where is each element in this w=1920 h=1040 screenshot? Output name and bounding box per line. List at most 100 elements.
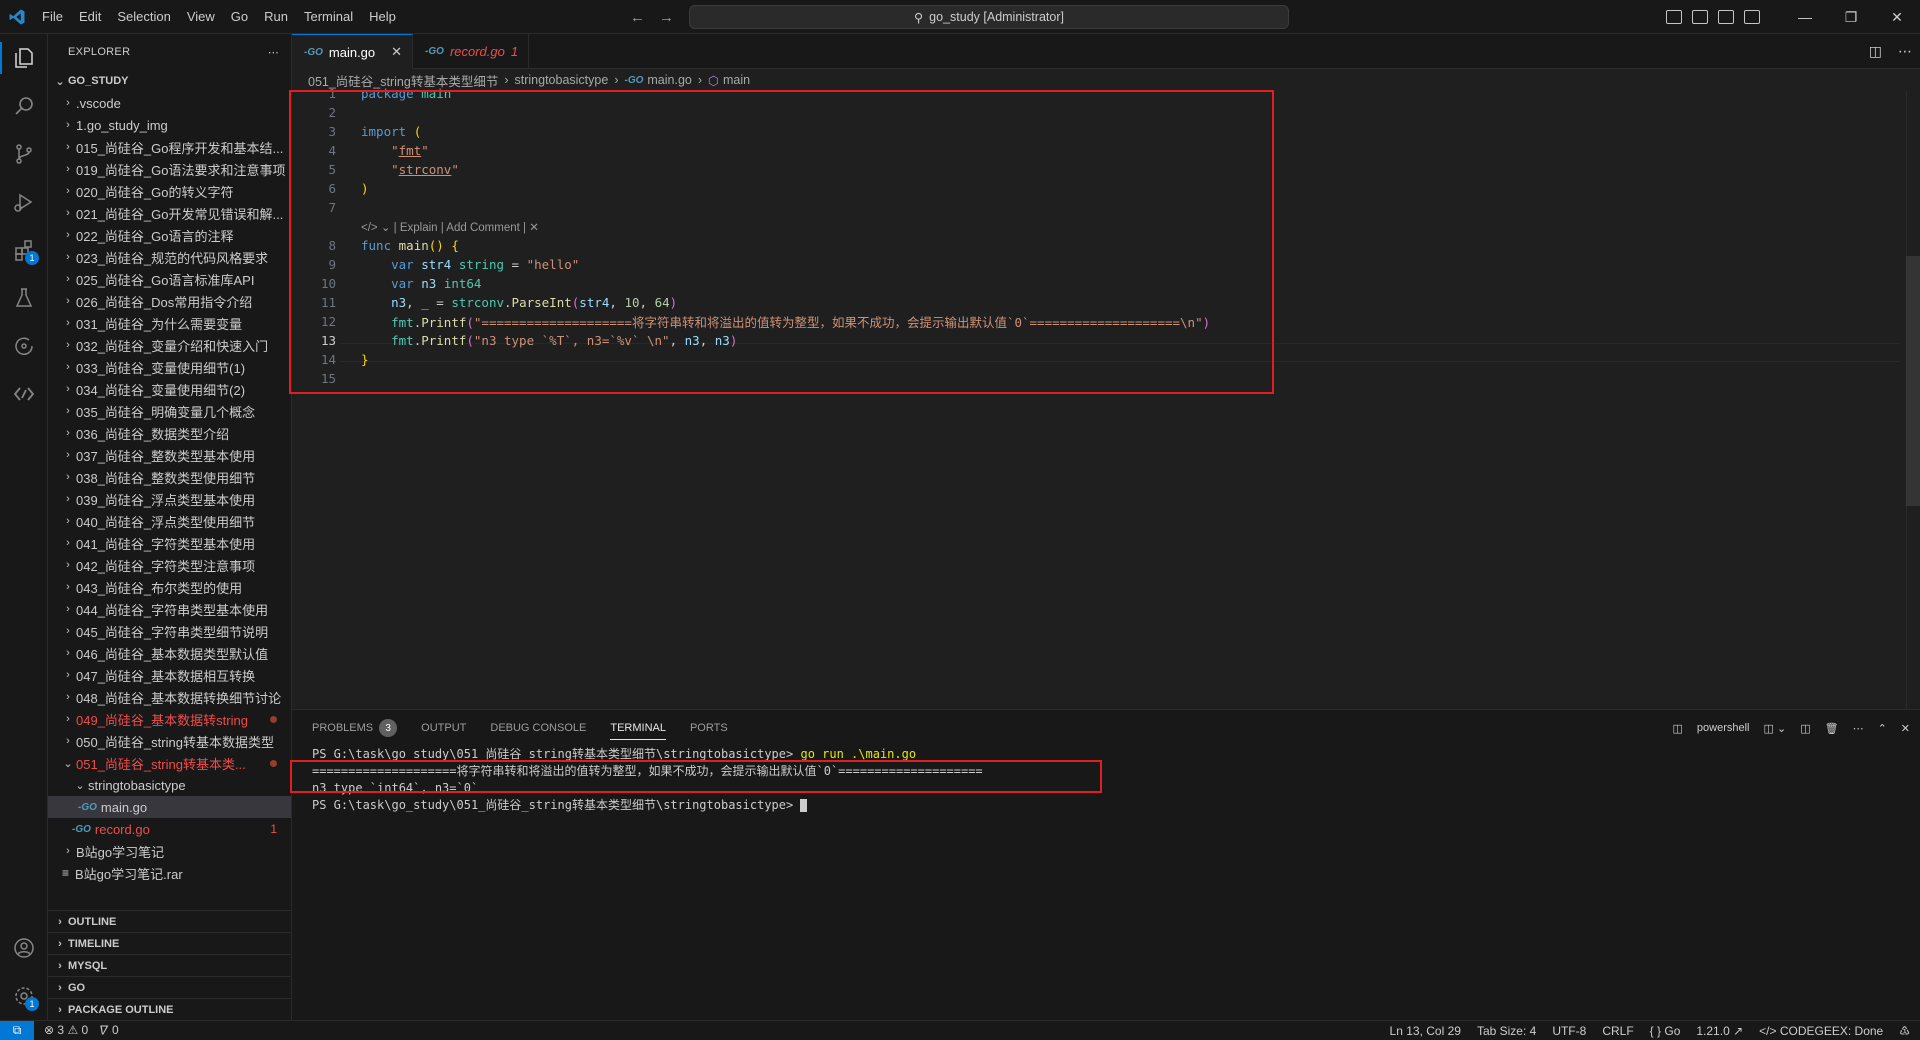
code-editor[interactable]: 1 package main 2 3 import ( 4 "fmt" 5 "s… [289, 86, 1920, 709]
tree-item[interactable]: ⌄ 051_尚硅谷_string转基本类... [48, 752, 291, 774]
language-mode[interactable]: { } Go [1650, 1024, 1681, 1038]
back-arrow-icon[interactable]: ← [630, 9, 645, 26]
editor-scrollbar[interactable] [1906, 91, 1920, 709]
menu-terminal[interactable]: Terminal [296, 0, 361, 34]
split-editor-icon[interactable]: ◫ [1869, 43, 1882, 60]
settings-gear-icon[interactable]: 1 [0, 972, 48, 1020]
menu-view[interactable]: View [179, 0, 223, 34]
codegeex-status[interactable]: </> CODEGEEX: Done [1759, 1024, 1883, 1038]
close-icon[interactable]: ✕ [391, 44, 402, 60]
section-go[interactable]: › GO [48, 976, 292, 998]
minimize-button[interactable]: — [1782, 0, 1828, 34]
tree-item[interactable]: › 033_尚硅谷_变量使用细节(1) [48, 356, 291, 378]
tree-item[interactable]: › 037_尚硅谷_整数类型基本使用 [48, 444, 291, 466]
section-outline[interactable]: › OUTLINE [48, 910, 292, 932]
more-actions-icon[interactable]: ⋯ [268, 46, 279, 59]
search-icon[interactable] [0, 82, 48, 130]
section-timeline[interactable]: › TIMELINE [48, 932, 292, 954]
tree-item[interactable]: › 043_尚硅谷_布尔类型的使用 [48, 576, 291, 598]
tree-item[interactable]: › 020_尚硅谷_Go的转义字符 [48, 180, 291, 202]
tree-item[interactable]: › 026_尚硅谷_Dos常用指令介绍 [48, 290, 291, 312]
close-window-button[interactable]: ✕ [1874, 0, 1920, 34]
menu-go[interactable]: Go [223, 0, 256, 34]
workspace-root[interactable]: ⌄ GO_STUDY [48, 70, 291, 92]
forward-arrow-icon[interactable]: → [659, 9, 674, 26]
panel-tab-ports[interactable]: PORTS [690, 710, 728, 746]
toggle-panel-icon[interactable] [1692, 10, 1708, 24]
tree-item[interactable]: › 049_尚硅谷_基本数据转string [48, 708, 291, 730]
toggle-secondary-sidebar-icon[interactable] [1718, 10, 1734, 24]
tree-item[interactable]: › 042_尚硅谷_字符类型注意事项 [48, 554, 291, 576]
tab-record-go[interactable]: -GO record.go 1 [413, 34, 530, 69]
tree-item[interactable]: › 048_尚硅谷_基本数据转换细节讨论 [48, 686, 291, 708]
tree-item[interactable]: › .vscode [48, 92, 291, 114]
notifications-bell-icon[interactable]: ♳ [1899, 1024, 1910, 1038]
tree-item[interactable]: › 041_尚硅谷_字符类型基本使用 [48, 532, 291, 554]
cursor-position[interactable]: Ln 13, Col 29 [1390, 1024, 1461, 1038]
terminal-layout-icon[interactable]: ◫ [1800, 722, 1810, 735]
tree-item[interactable]: -GO main.go [48, 796, 291, 818]
problems-status[interactable]: ⊗ 3 ⚠ 0 [44, 1023, 88, 1038]
panel-tab-problems[interactable]: PROBLEMS 3 [312, 710, 398, 746]
tree-item[interactable]: ≡ B站go学习笔记.rar [48, 862, 291, 884]
tree-item[interactable]: ⌄ stringtobasictype [48, 774, 291, 796]
accounts-icon[interactable] [0, 924, 48, 972]
more-actions-icon[interactable]: ⋯ [1898, 43, 1912, 60]
tree-item[interactable]: › B站go学习笔记 [48, 840, 291, 862]
tree-item[interactable]: › 035_尚硅谷_明确变量几个概念 [48, 400, 291, 422]
tree-item[interactable]: › 034_尚硅谷_变量使用细节(2) [48, 378, 291, 400]
tree-item[interactable]: › 046_尚硅谷_基本数据类型默认值 [48, 642, 291, 664]
tree-item[interactable]: › 038_尚硅谷_整数类型使用细节 [48, 466, 291, 488]
source-control-icon[interactable] [0, 130, 48, 178]
tree-item[interactable]: › 039_尚硅谷_浮点类型基本使用 [48, 488, 291, 510]
customize-layout-icon[interactable] [1744, 10, 1760, 24]
remote-icon[interactable]: ⧉ [0, 1020, 34, 1040]
run-debug-icon[interactable] [0, 178, 48, 226]
more-actions-icon[interactable]: ⋯ [1853, 722, 1864, 735]
scrollbar-thumb[interactable] [1906, 256, 1920, 506]
tree-item[interactable]: › 032_尚硅谷_变量介绍和快速入门 [48, 334, 291, 356]
trash-icon[interactable]: 🗑 [1825, 722, 1839, 735]
menu-edit[interactable]: Edit [71, 0, 109, 34]
line-ending[interactable]: CRLF [1602, 1024, 1633, 1038]
menu-help[interactable]: Help [361, 0, 404, 34]
tree-item[interactable]: › 015_尚硅谷_Go程序开发和基本结... [48, 136, 291, 158]
tree-item[interactable]: › 019_尚硅谷_Go语法要求和注意事项 [48, 158, 291, 180]
toggle-primary-sidebar-icon[interactable] [1666, 10, 1682, 24]
explorer-icon[interactable] [0, 34, 48, 82]
tree-item[interactable]: › 025_尚硅谷_Go语言标准库API [48, 268, 291, 290]
tree-item[interactable]: -GO record.go 1 [48, 818, 291, 840]
tree-item[interactable]: › 023_尚硅谷_规范的代码风格要求 [48, 246, 291, 268]
section-package-outline[interactable]: › PACKAGE OUTLINE [48, 998, 292, 1020]
go-version[interactable]: 1.21.0 ↗ [1696, 1024, 1743, 1038]
maximize-panel-icon[interactable]: ⌃ [1878, 722, 1887, 735]
encoding[interactable]: UTF-8 [1552, 1024, 1586, 1038]
split-terminal-icon[interactable]: ◫ ⌄ [1764, 722, 1787, 735]
tree-item[interactable]: › 047_尚硅谷_基本数据相互转换 [48, 664, 291, 686]
tree-item[interactable]: › 036_尚硅谷_数据类型介绍 [48, 422, 291, 444]
codegeex-icon[interactable] [0, 370, 48, 418]
tree-item[interactable]: › 040_尚硅谷_浮点类型使用细节 [48, 510, 291, 532]
tree-item[interactable]: › 044_尚硅谷_字符串类型基本使用 [48, 598, 291, 620]
tab-main-go[interactable]: -GO main.go ✕ [292, 34, 414, 69]
menu-run[interactable]: Run [256, 0, 296, 34]
restore-button[interactable]: ❐ [1828, 0, 1874, 34]
tree-item[interactable]: › 1.go_study_img [48, 114, 291, 136]
tree-item[interactable]: › 031_尚硅谷_为什么需要变量 [48, 312, 291, 334]
testing-icon[interactable] [0, 274, 48, 322]
tab-size[interactable]: Tab Size: 4 [1477, 1024, 1536, 1038]
git-graph-icon[interactable] [0, 322, 48, 370]
menu-selection[interactable]: Selection [109, 0, 178, 34]
extensions-icon[interactable]: 1 [0, 226, 48, 274]
close-panel-icon[interactable]: ✕ [1901, 722, 1910, 735]
panel-tab-debug-console[interactable]: DEBUG CONSOLE [490, 710, 586, 746]
tree-item[interactable]: › 022_尚硅谷_Go语言的注释 [48, 224, 291, 246]
terminal-shell-label[interactable]: powershell [1697, 722, 1750, 734]
tree-item[interactable]: › 050_尚硅谷_string转基本数据类型 [48, 730, 291, 752]
command-center[interactable]: ⚲ go_study [Administrator] [689, 5, 1289, 29]
tree-item[interactable]: › 021_尚硅谷_Go开发常见错误和解... [48, 202, 291, 224]
panel-tab-terminal[interactable]: TERMINAL [610, 716, 666, 740]
panel-tab-output[interactable]: OUTPUT [421, 710, 466, 746]
ports-status[interactable]: 𝛻 0 [100, 1023, 118, 1038]
menu-file[interactable]: File [34, 0, 71, 34]
